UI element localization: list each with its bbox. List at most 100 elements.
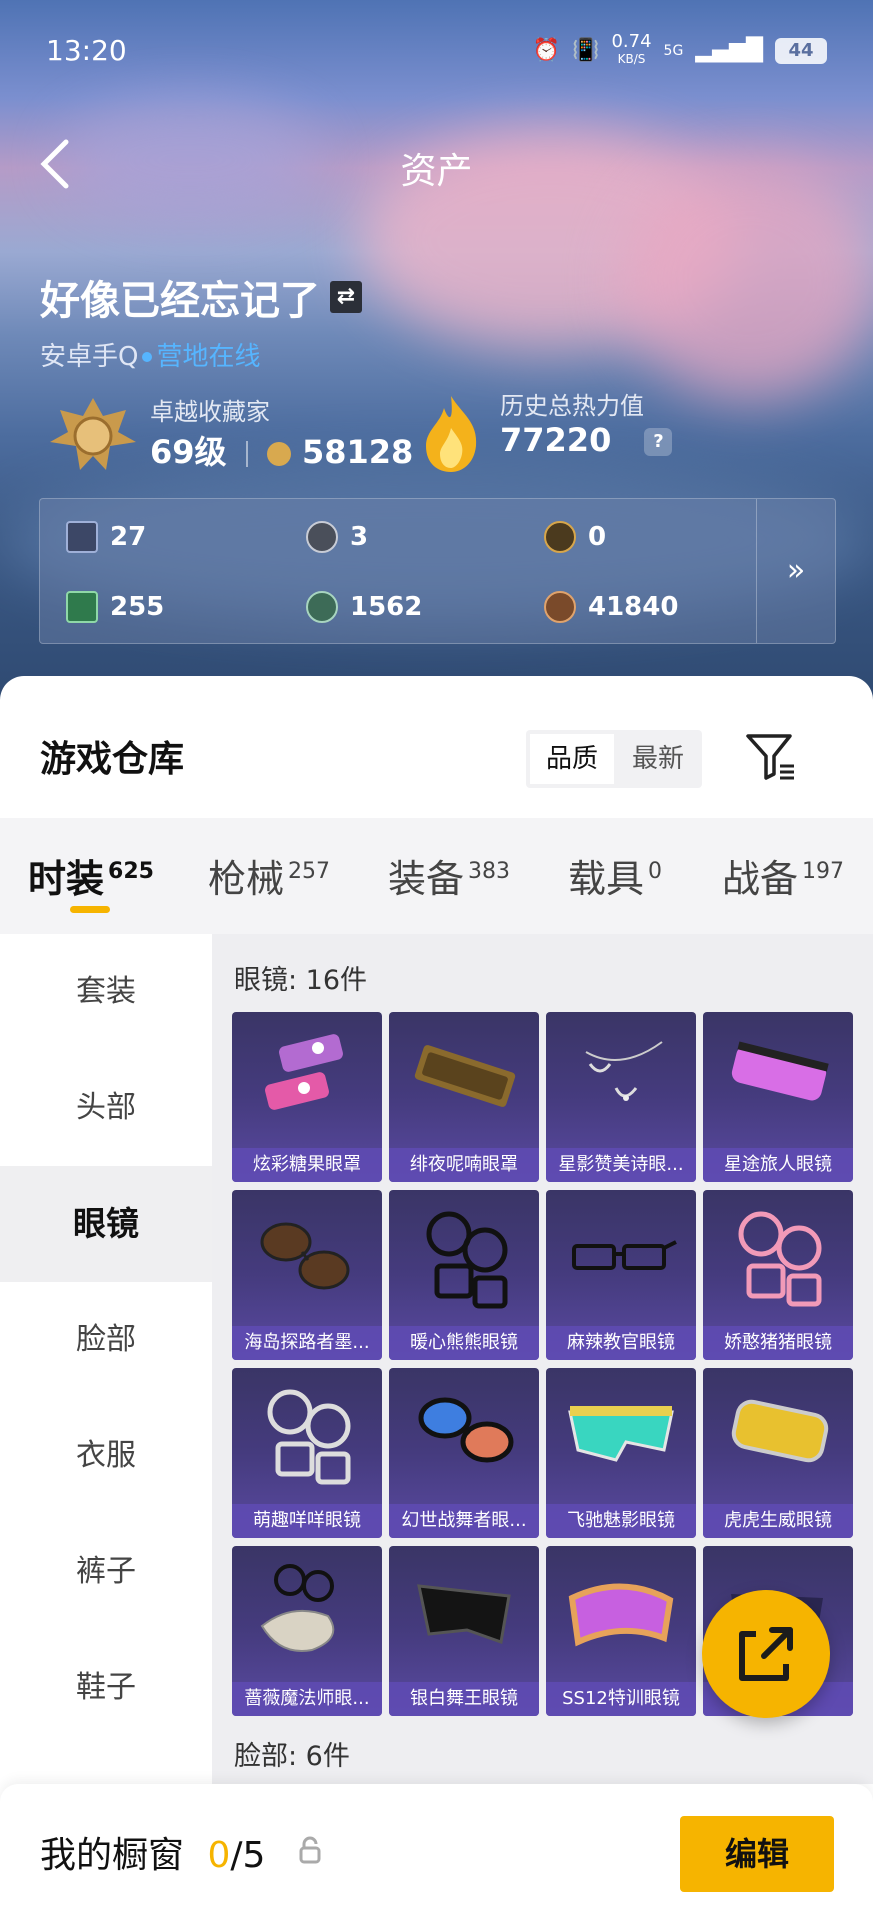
heat-label: 历史总热力值	[500, 392, 644, 420]
tab-count: 383	[468, 859, 511, 884]
category-tabs: 时装 625 枪械 257 装备 383 载具 0 战备 197	[0, 818, 873, 934]
resource-value: 3	[350, 522, 369, 552]
tab-label: 时装	[28, 857, 105, 901]
help-button[interactable]: ?	[644, 428, 673, 456]
resource-item: 0	[544, 521, 606, 553]
share-icon	[739, 1627, 793, 1681]
tab-equipment[interactable]: 装备 383	[388, 848, 510, 903]
item-card[interactable]: 麻辣教官眼镜	[546, 1190, 696, 1360]
glasses-item-icon	[414, 1045, 516, 1107]
tab-label: 装备	[388, 857, 465, 901]
clock: 13:20	[46, 34, 127, 67]
tab-supplies[interactable]: 战备 197	[722, 848, 844, 903]
sort-latest-button[interactable]: 最新	[616, 734, 700, 784]
lock-icon	[299, 1836, 321, 1864]
stats-row: 卓越收藏家 69级 58128 历史总热力值 77220 ?	[40, 380, 840, 480]
tab-count: 625	[108, 859, 154, 884]
sort-toggle: 品质 最新	[526, 730, 702, 788]
filter-icon[interactable]	[744, 730, 798, 784]
showcase-count: 0	[207, 1835, 231, 1876]
item-card[interactable]: 萌趣咩咩眼镜	[232, 1368, 382, 1538]
tab-vehicles[interactable]: 载具 0	[568, 848, 662, 903]
resource-item: 27	[66, 521, 146, 553]
resource-value: 41840	[588, 592, 679, 622]
resource-value: 1562	[350, 592, 423, 622]
resource-item: 3	[306, 521, 368, 553]
sidebar-item-clothes[interactable]: 衣服	[0, 1398, 212, 1514]
tab-weapons[interactable]: 枪械 257	[208, 848, 330, 903]
sidebar-item-pants[interactable]: 裤子	[0, 1514, 212, 1630]
item-name: 蔷薇魔法师眼...	[232, 1682, 382, 1716]
user-info: 好像已经忘记了 ⇄ 安卓手Q 营地在线	[40, 268, 362, 373]
switch-account-icon[interactable]: ⇄	[330, 281, 362, 313]
item-card[interactable]: 海岛探路者墨...	[232, 1190, 382, 1360]
green-card-icon	[66, 591, 98, 623]
glasses-item-icon	[265, 1034, 343, 1110]
share-button[interactable]	[702, 1590, 830, 1718]
sidebar-item-face[interactable]: 脸部	[0, 1282, 212, 1398]
glasses-item-icon	[731, 1399, 829, 1463]
item-card[interactable]: 暖心熊熊眼镜	[389, 1190, 539, 1360]
net-speed-value: 0.74	[611, 31, 652, 52]
item-name: 银白舞王眼镜	[389, 1682, 539, 1716]
online-dot-icon	[142, 352, 153, 362]
collector-level: 69级	[150, 433, 227, 471]
tab-count: 257	[288, 859, 331, 884]
bronze-coin-icon	[544, 591, 576, 623]
net-speed: 0.74 KB/S	[611, 31, 652, 67]
divider	[245, 441, 248, 467]
item-card[interactable]: 银白舞王眼镜	[389, 1546, 539, 1716]
sort-quality-button[interactable]: 品质	[530, 734, 614, 784]
item-card[interactable]: 虎虎生威眼镜	[703, 1368, 853, 1538]
item-card[interactable]: 蔷薇魔法师眼...	[232, 1546, 382, 1716]
tab-count: 0	[648, 859, 663, 884]
glasses-item-icon	[731, 1041, 829, 1101]
status-icons: ⏰ 📳 0.74 KB/S 5G ▂▄▆█ 44	[533, 31, 827, 67]
collector-coin-icon	[266, 442, 291, 466]
more-resources-button[interactable]: »	[756, 499, 835, 643]
glasses-item-icon	[568, 1583, 674, 1647]
showcase-label: 我的橱窗	[40, 1835, 185, 1876]
item-card[interactable]: 星影赞美诗眼...	[546, 1012, 696, 1182]
collector-label: 卓越收藏家	[150, 398, 270, 426]
item-card[interactable]: 飞驰魅影眼镜	[546, 1368, 696, 1538]
sidebar: 套装 头部 眼镜 脸部 衣服 裤子 鞋子	[0, 934, 212, 1784]
item-card[interactable]: 炫彩糖果眼罩	[232, 1012, 382, 1182]
gold-badge-icon	[544, 521, 576, 553]
collector-stat[interactable]: 卓越收藏家 69级 58128	[150, 392, 413, 473]
resource-panel[interactable]: 27 3 0 255 1562 41840 »	[39, 498, 836, 644]
resource-item: 41840	[544, 591, 678, 623]
heat-value: 77220	[500, 421, 612, 459]
item-name: 暖心熊熊眼镜	[389, 1326, 539, 1360]
item-name: SS12特训眼镜	[546, 1682, 696, 1716]
item-name: 虎虎生威眼镜	[703, 1504, 853, 1538]
resource-value: 0	[588, 522, 607, 552]
item-name: 萌趣咩咩眼镜	[232, 1504, 382, 1538]
item-card[interactable]: 星途旅人眼镜	[703, 1012, 853, 1182]
glasses-item-icon	[572, 1240, 677, 1270]
sidebar-item-shoes[interactable]: 鞋子	[0, 1630, 212, 1746]
card-icon	[66, 521, 98, 553]
item-name: 幻世战舞者眼...	[389, 1504, 539, 1538]
item-card[interactable]: 娇憨猪猪眼镜	[703, 1190, 853, 1360]
tab-fashion[interactable]: 时装 625	[28, 848, 154, 903]
user-name: 好像已经忘记了	[40, 278, 320, 324]
item-name: 星影赞美诗眼...	[546, 1148, 696, 1182]
platform-label: 安卓手Q	[40, 342, 139, 372]
sidebar-item-head[interactable]: 头部	[0, 1050, 212, 1166]
glasses-item-icon	[585, 1041, 663, 1101]
sidebar-item-suits[interactable]: 套装	[0, 934, 212, 1050]
net-speed-unit: KB/S	[617, 52, 646, 66]
collector-medal-icon	[50, 398, 136, 470]
item-card[interactable]: 幻世战舞者眼...	[389, 1368, 539, 1538]
glasses-item-icon	[568, 1406, 674, 1462]
edit-button[interactable]: 编辑	[680, 1816, 834, 1892]
item-card[interactable]: 绯夜呢喃眼罩	[389, 1012, 539, 1182]
sidebar-item-glasses[interactable]: 眼镜	[0, 1166, 212, 1282]
item-card[interactable]: SS12特训眼镜	[546, 1546, 696, 1716]
item-name: 海岛探路者墨...	[232, 1326, 382, 1360]
flame-icon	[426, 396, 477, 472]
status-bar: 13:20 ⏰ 📳 0.74 KB/S 5G ▂▄▆█ 44	[46, 31, 827, 74]
section-label-face: 脸部: 6件	[234, 1741, 350, 1772]
battery-icon: 44	[775, 37, 827, 64]
